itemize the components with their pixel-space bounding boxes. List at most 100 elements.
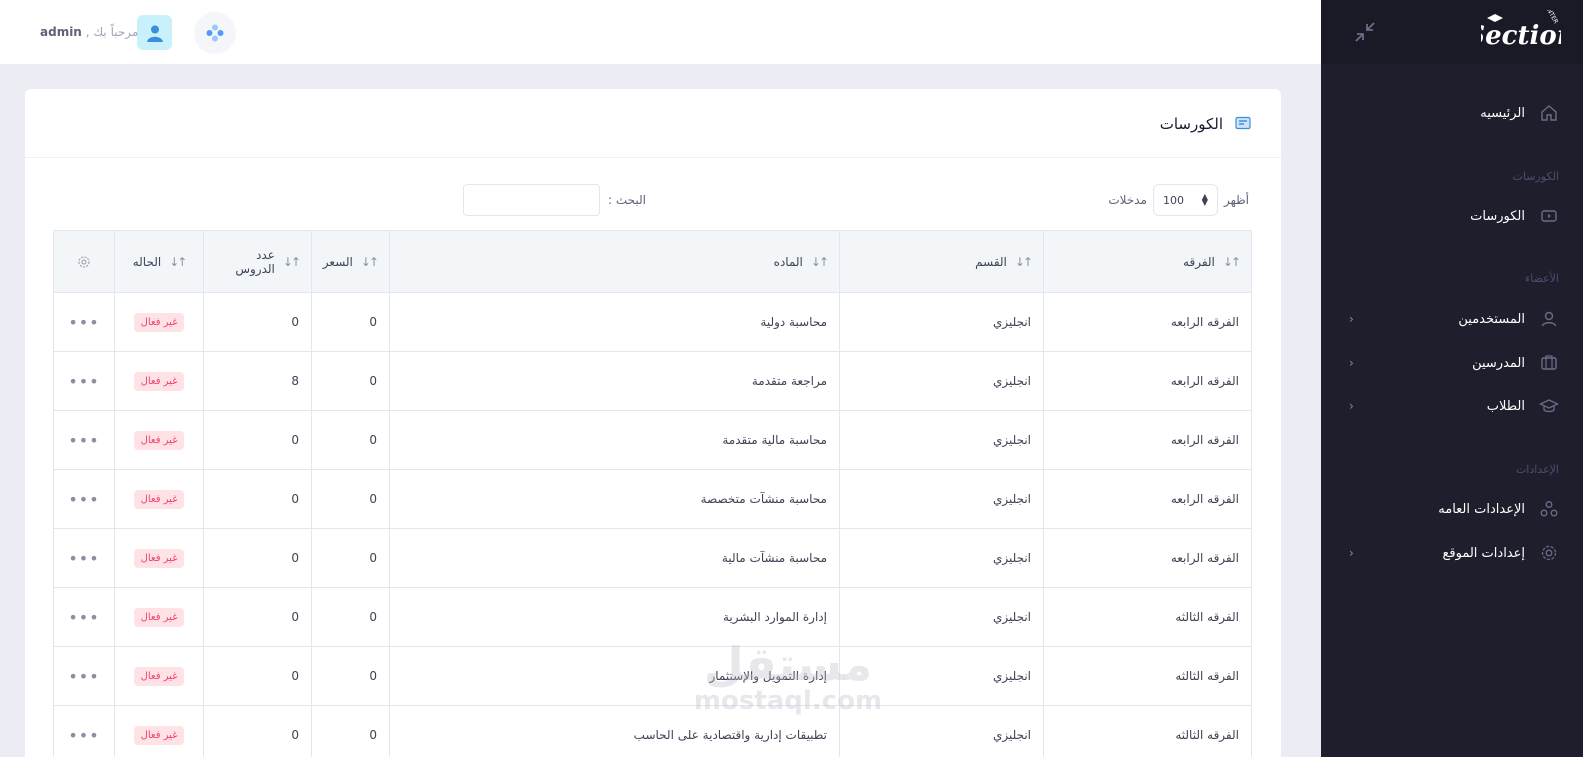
top-bar: مرحباً بك , admin bbox=[0, 0, 1321, 64]
cell-price: 0 bbox=[311, 588, 389, 646]
username: admin bbox=[40, 25, 82, 39]
cell-price: 0 bbox=[311, 529, 389, 587]
sidebar-item-teachers[interactable]: المدرسين ‹ bbox=[1349, 351, 1559, 375]
avatar[interactable] bbox=[137, 15, 172, 50]
sidebar: Section CENTER الرئيسيه الكورسات الكورسا… bbox=[1321, 0, 1583, 757]
column-header-subject[interactable]: ↑↓ الماده bbox=[389, 231, 839, 292]
status-badge[interactable]: غير فعال bbox=[133, 371, 185, 391]
sidebar-item-label: الكورسات bbox=[1470, 208, 1525, 224]
cell-dept: انجليزي bbox=[839, 352, 1043, 410]
table-row: الفرقه الثالثه انجليزي إدارة الموارد البشر… bbox=[54, 588, 1251, 647]
more-actions-icon[interactable]: ••• bbox=[68, 372, 99, 391]
collapse-sidebar-icon[interactable] bbox=[1353, 20, 1377, 44]
column-header-status[interactable]: ↑↓ الحاله bbox=[114, 231, 203, 292]
table-row: الفرقه الثالثه انجليزي تطبيقات إدارية واقت… bbox=[54, 706, 1251, 757]
show-label: أظهر bbox=[1223, 193, 1249, 207]
select-arrows-icon: ▲ ▼ bbox=[1201, 192, 1208, 207]
cell-status: غير فعال bbox=[114, 352, 203, 410]
cell-year: الفرقه الثالثه bbox=[1043, 588, 1251, 646]
sidebar-item-site-settings[interactable]: إعدادات الموقع ‹ bbox=[1349, 541, 1559, 565]
sort-icon: ↑↓ bbox=[169, 254, 187, 269]
cell-dept: انجليزي bbox=[839, 293, 1043, 351]
status-badge[interactable]: غير فعال bbox=[133, 548, 185, 568]
home-icon bbox=[1539, 103, 1559, 123]
cell-lessons: 0 bbox=[203, 470, 311, 528]
status-badge[interactable]: غير فعال bbox=[133, 312, 185, 332]
status-badge[interactable]: غير فعال bbox=[133, 430, 185, 450]
cell-actions: ••• bbox=[54, 293, 114, 351]
courses-card: الكورسات أظهر 100 ▲ ▼ مدخلات البحث : ↑↓ ال… bbox=[25, 89, 1281, 757]
cell-lessons: 8 bbox=[203, 352, 311, 410]
column-header-lessons[interactable]: ↑↓ عدد الدروس bbox=[203, 231, 311, 292]
cell-lessons: 0 bbox=[203, 293, 311, 351]
cell-subject: محاسبة دولية bbox=[389, 293, 839, 351]
watermark: مستقل mostaql.com bbox=[688, 641, 888, 715]
cell-year: الفرقه الثالثه bbox=[1043, 647, 1251, 705]
sidebar-item-label: الطلاب bbox=[1486, 398, 1525, 414]
cell-dept: انجليزي bbox=[839, 411, 1043, 469]
cell-lessons: 0 bbox=[203, 706, 311, 757]
cell-status: غير فعال bbox=[114, 588, 203, 646]
briefcase-icon bbox=[1539, 353, 1559, 373]
cell-dept: انجليزي bbox=[839, 470, 1043, 528]
cell-subject: محاسبة منشآت متخصصة bbox=[389, 470, 839, 528]
cell-lessons: 0 bbox=[203, 588, 311, 646]
greeting-text: مرحباً بك , bbox=[85, 25, 139, 39]
more-actions-icon[interactable]: ••• bbox=[68, 549, 99, 568]
more-actions-icon[interactable]: ••• bbox=[68, 313, 99, 332]
watermark-text: مستقل bbox=[703, 637, 873, 691]
more-actions-icon[interactable]: ••• bbox=[68, 726, 99, 745]
list-card-icon bbox=[1235, 116, 1251, 130]
sidebar-item-label: المستخدمين bbox=[1458, 311, 1525, 327]
cell-status: غير فعال bbox=[114, 470, 203, 528]
chevron-left-icon: ‹ bbox=[1349, 356, 1354, 370]
cell-year: الفرقه الثالثه bbox=[1043, 706, 1251, 757]
cell-actions: ••• bbox=[54, 411, 114, 469]
cell-year: الفرقه الرابعه bbox=[1043, 352, 1251, 410]
column-header-year[interactable]: ↑↓ الفرقه bbox=[1043, 231, 1251, 292]
sidebar-item-label: المدرسين bbox=[1472, 355, 1525, 371]
cell-price: 0 bbox=[311, 293, 389, 351]
sidebar-item-label: الإعدادات العامه bbox=[1438, 501, 1525, 517]
brand-logo[interactable]: Section CENTER bbox=[1481, 10, 1561, 56]
more-actions-icon[interactable]: ••• bbox=[68, 490, 99, 509]
sort-icon: ↑↓ bbox=[810, 254, 829, 269]
cell-actions: ••• bbox=[54, 470, 114, 528]
sidebar-item-label: الرئيسيه bbox=[1480, 105, 1525, 121]
sidebar-item-students[interactable]: الطلاب ‹ bbox=[1349, 394, 1559, 418]
page-size-select[interactable]: 100 ▲ ▼ bbox=[1152, 184, 1218, 216]
search-control: البحث : bbox=[463, 184, 646, 216]
more-actions-icon[interactable]: ••• bbox=[68, 667, 99, 686]
column-header-dept[interactable]: ↑↓ القسم bbox=[839, 231, 1043, 292]
cell-dept: انجليزي bbox=[839, 529, 1043, 587]
page-title: الكورسات bbox=[1159, 115, 1223, 133]
status-badge[interactable]: غير فعال bbox=[133, 666, 185, 686]
search-input[interactable] bbox=[463, 184, 600, 216]
cell-status: غير فعال bbox=[114, 293, 203, 351]
table-row: الفرقه الرابعه انجليزي محاسبة منشآت مالية 0… bbox=[54, 529, 1251, 588]
sidebar-item-users[interactable]: المستخدمين ‹ bbox=[1349, 307, 1559, 331]
sidebar-item-courses[interactable]: الكورسات bbox=[1349, 204, 1559, 228]
cell-subject: مراجعة متقدمة bbox=[389, 352, 839, 410]
column-header-actions[interactable] bbox=[54, 231, 114, 292]
sidebar-header: Section CENTER bbox=[1321, 0, 1583, 64]
more-actions-icon[interactable]: ••• bbox=[68, 431, 99, 450]
table-row: الفرقه الرابعه انجليزي محاسبة منشآت متخصصة… bbox=[54, 470, 1251, 529]
status-badge[interactable]: غير فعال bbox=[133, 489, 185, 509]
status-badge[interactable]: غير فعال bbox=[133, 725, 185, 745]
cell-year: الفرقه الرابعه bbox=[1043, 470, 1251, 528]
sidebar-item-home[interactable]: الرئيسيه bbox=[1349, 101, 1559, 125]
sidebar-item-general-settings[interactable]: الإعدادات العامه bbox=[1349, 497, 1559, 521]
page-size-control: أظهر 100 ▲ ▼ مدخلات bbox=[1108, 184, 1249, 216]
table-row: الفرقه الرابعه انجليزي مراجعة متقدمة 0 8 غير … bbox=[54, 352, 1251, 411]
cell-year: الفرقه الرابعه bbox=[1043, 411, 1251, 469]
sort-icon: ↑↓ bbox=[282, 254, 301, 269]
status-badge[interactable]: غير فعال bbox=[133, 607, 185, 627]
column-header-price[interactable]: ↑↓ السعر bbox=[311, 231, 389, 292]
cell-price: 0 bbox=[311, 706, 389, 757]
more-actions-icon[interactable]: ••• bbox=[68, 608, 99, 627]
cell-status: غير فعال bbox=[114, 706, 203, 757]
cell-status: غير فعال bbox=[114, 411, 203, 469]
apps-button[interactable] bbox=[194, 12, 236, 54]
table-header: ↑↓ الفرقه ↑↓ القسم ↑↓ الماده ↑↓ السعر ↑↓ عدد … bbox=[54, 231, 1251, 293]
